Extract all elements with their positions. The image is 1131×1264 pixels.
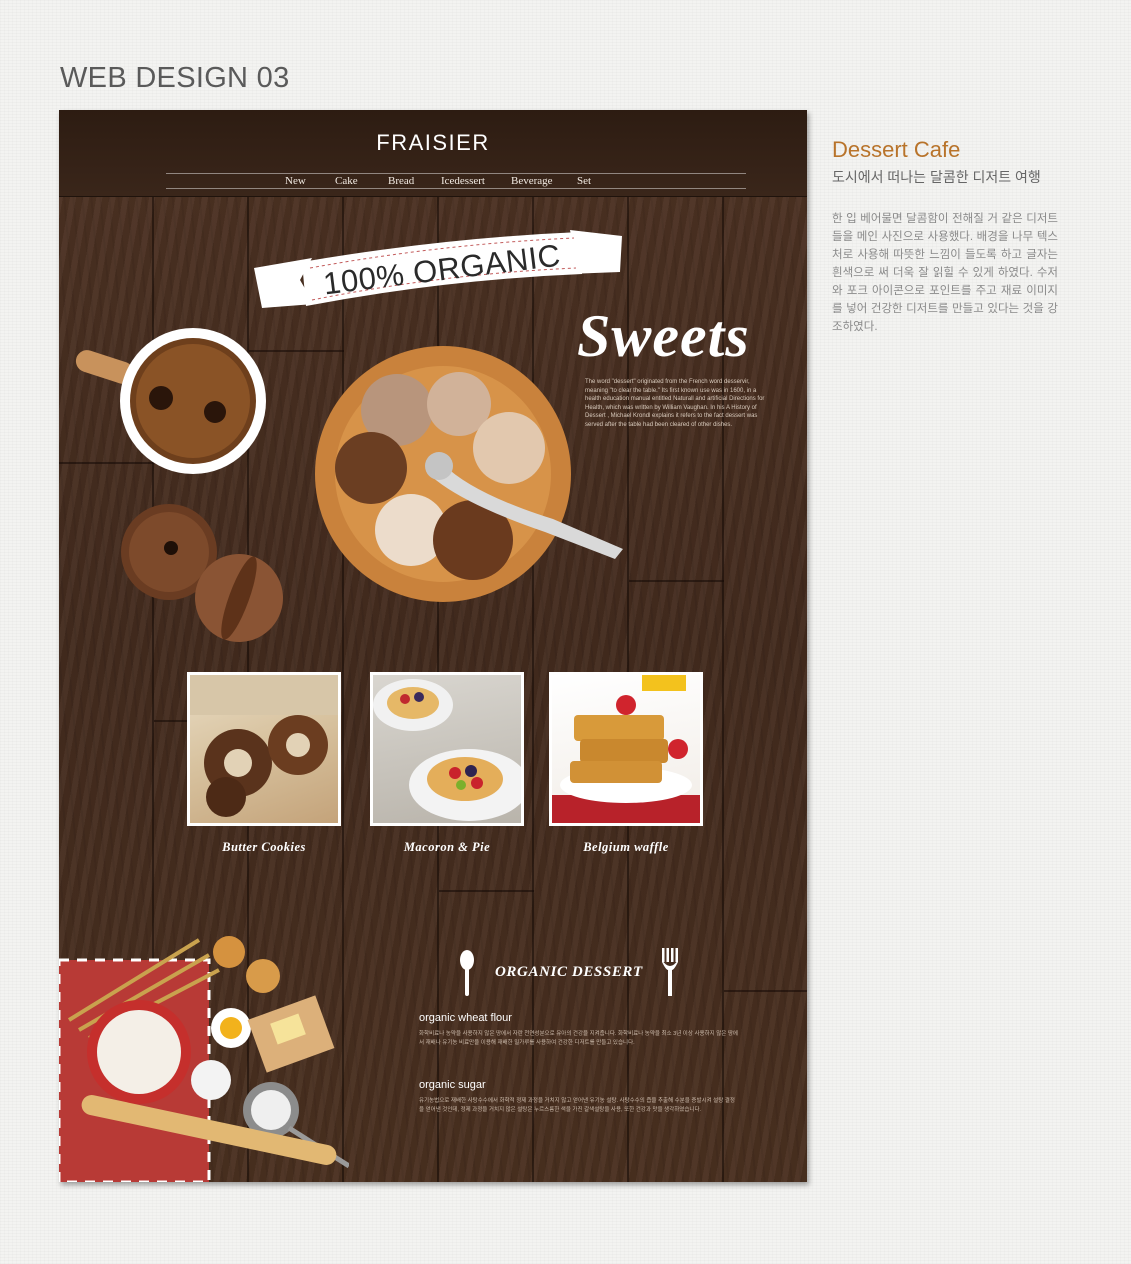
product-card-butter-cookies[interactable] <box>187 672 341 826</box>
coffee-cup-illustration <box>75 328 266 474</box>
spoon-icon <box>460 950 474 996</box>
project-title: Dessert Cafe <box>832 137 961 162</box>
sweets-description: The word "dessert" originated from the F… <box>585 379 765 428</box>
sweets-title: Sweets <box>577 303 750 369</box>
ingredient-title: organic sugar <box>419 1079 486 1091</box>
ingredient-title: organic wheat flour <box>419 1012 512 1024</box>
product-caption: Butter Cookies <box>222 840 306 854</box>
belgium-waffle-image <box>552 675 700 823</box>
brand-logo[interactable]: FRAISIER <box>59 130 807 156</box>
ingredient-text: 화학비료나 농약을 사용하지 않은 땅에서 자란 천연성분으로 유아의 건강을 … <box>419 1031 738 1046</box>
nav-divider <box>166 173 746 174</box>
macaron-illustration <box>121 504 283 642</box>
wood-seam <box>724 990 807 992</box>
macoron-pie-image <box>373 679 521 821</box>
fork-icon <box>662 948 678 996</box>
main-nav: New Cake Bread Icedessert Beverage Set <box>59 175 807 189</box>
baking-ingredients-illustration <box>59 936 349 1182</box>
web-design-mockup: FRAISIER New Cake Bread Icedessert Bever… <box>59 110 807 1182</box>
organic-dessert-heading: ORGANIC DESSERT <box>495 964 643 980</box>
nav-item-set[interactable]: Set <box>577 175 591 187</box>
organic-ribbon-banner: 100% ORGANIC <box>252 228 624 314</box>
page-heading: WEB DESIGN 03 <box>60 62 290 94</box>
site-header: FRAISIER New Cake Bread Icedessert Bever… <box>59 110 807 197</box>
product-photo <box>190 675 338 823</box>
product-photo <box>373 675 521 823</box>
wood-seam <box>439 890 534 892</box>
nav-item-icedessert[interactable]: Icedessert <box>441 175 485 187</box>
product-photo <box>552 675 700 823</box>
nav-item-bread[interactable]: Bread <box>388 175 414 187</box>
product-caption: Belgium waffle <box>583 840 669 854</box>
butter-cookies-image <box>190 675 338 817</box>
project-subtitle: 도시에서 떠나는 달콤한 디저트 여행 <box>832 169 1041 185</box>
nav-item-new[interactable]: New <box>285 175 306 187</box>
project-description: 한 입 베어물면 달콤함이 전해질 거 같은 디저트들을 메인 사진으로 사용했… <box>832 213 1058 333</box>
nav-item-cake[interactable]: Cake <box>335 175 358 187</box>
product-caption: Macoron & Pie <box>403 840 491 854</box>
product-card-belgium-waffle[interactable] <box>549 672 703 826</box>
nav-item-beverage[interactable]: Beverage <box>511 175 553 187</box>
nav-divider <box>166 188 746 189</box>
ingredient-text: 유기농법으로 재배한 사탕수수에서 화학적 정제 과정을 거치지 않고 얻어낸 … <box>419 1098 735 1113</box>
wood-seam <box>629 580 724 582</box>
product-card-macoron-pie[interactable] <box>370 672 524 826</box>
